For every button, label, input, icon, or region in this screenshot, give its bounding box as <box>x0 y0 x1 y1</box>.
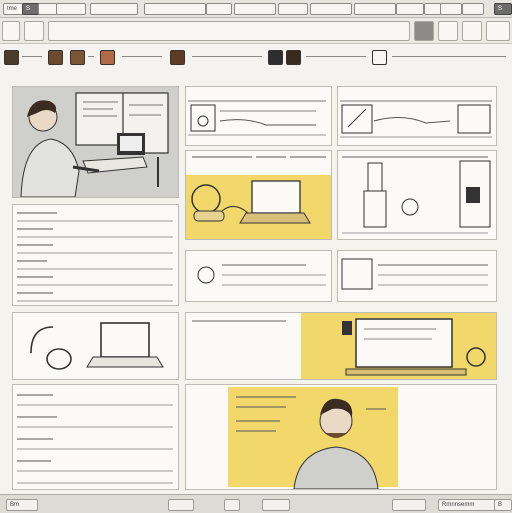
toolbar-button-4[interactable] <box>438 21 458 41</box>
thumbnail-6[interactable] <box>268 50 283 65</box>
menu-item-0[interactable]: tme <box>3 3 24 15</box>
strip-divider <box>22 56 42 57</box>
thumbnail-8[interactable] <box>372 50 387 65</box>
thumbnail-4[interactable] <box>100 50 115 65</box>
portrait-illustration <box>236 396 386 489</box>
toolbar-button-2[interactable] <box>24 21 44 41</box>
toolbar-button-1[interactable] <box>2 21 20 41</box>
thumbnail-3[interactable] <box>70 50 85 65</box>
strip-divider <box>306 56 366 57</box>
illustration-person-monitor[interactable] <box>12 86 179 198</box>
thumbnail-1[interactable] <box>4 50 19 65</box>
toolbar-button-6[interactable] <box>486 21 510 41</box>
menu-item-10[interactable] <box>354 3 396 15</box>
menu-item-9[interactable] <box>310 3 352 15</box>
menu-item-13[interactable] <box>440 3 462 15</box>
form-lines <box>17 212 173 302</box>
menu-item-11[interactable] <box>396 3 424 15</box>
menu-item-8[interactable] <box>278 3 308 15</box>
strip-divider <box>88 56 94 57</box>
status-item-right[interactable]: Rmnnsemm <box>438 499 496 511</box>
form-panel-bottom-left[interactable] <box>12 384 179 490</box>
person-monitor-illustration <box>20 92 169 197</box>
menubar: tme S S <box>0 0 512 18</box>
form-lines <box>197 264 326 286</box>
form-lines <box>341 258 488 290</box>
status-item-mid1[interactable] <box>168 499 194 511</box>
form-lines <box>17 394 173 484</box>
laptop-headphones-illustration <box>191 156 326 224</box>
toolbar-button-3[interactable] <box>414 21 434 41</box>
microscope-illustration <box>342 156 491 234</box>
illustration-monitor-wide[interactable] <box>185 312 497 380</box>
illustration-headphones-laptop[interactable] <box>12 312 179 380</box>
monitor-illustration <box>192 318 486 376</box>
thumbnail-2[interactable] <box>48 50 63 65</box>
status-item-mid2[interactable] <box>224 499 240 511</box>
menu-item-3[interactable] <box>56 3 86 15</box>
form-panel-top-left[interactable] <box>185 86 332 146</box>
illustration-person-portrait[interactable] <box>185 384 497 490</box>
thumbnail-5[interactable] <box>170 50 185 65</box>
diagram-lines <box>188 100 326 136</box>
status-item-mid3[interactable] <box>262 499 290 511</box>
status-bar: Bm Rmnnsemm B <box>0 494 512 513</box>
menu-item-2[interactable] <box>38 3 58 15</box>
thumbnail-7[interactable] <box>286 50 301 65</box>
illustration-laptop-headphones[interactable] <box>185 150 332 240</box>
diagram-lines <box>340 100 492 138</box>
menu-item-4[interactable] <box>90 3 138 15</box>
form-panel-top-right[interactable] <box>337 86 497 146</box>
status-item-left[interactable]: Bm <box>6 499 38 511</box>
strip-divider <box>392 56 506 57</box>
strip-divider <box>122 56 162 57</box>
menu-item-5[interactable] <box>144 3 206 15</box>
status-item-mid4[interactable] <box>392 499 426 511</box>
toolbar-button-5[interactable] <box>462 21 482 41</box>
status-item-right2[interactable]: B <box>494 499 512 511</box>
form-panel-mid-left[interactable] <box>185 250 332 302</box>
illustration-microscope[interactable] <box>337 150 497 240</box>
tool-strip <box>0 44 512 75</box>
headphones-laptop-illustration <box>30 322 164 370</box>
menu-item-14[interactable] <box>462 3 484 15</box>
form-panel-mid-right[interactable] <box>337 250 497 302</box>
menu-item-6[interactable] <box>206 3 232 15</box>
strip-divider <box>192 56 262 57</box>
menu-item-7[interactable] <box>234 3 276 15</box>
toolbar <box>0 18 512 44</box>
form-panel-left[interactable] <box>12 204 179 306</box>
address-field[interactable] <box>48 21 410 41</box>
menu-item-15[interactable]: S <box>494 3 512 15</box>
